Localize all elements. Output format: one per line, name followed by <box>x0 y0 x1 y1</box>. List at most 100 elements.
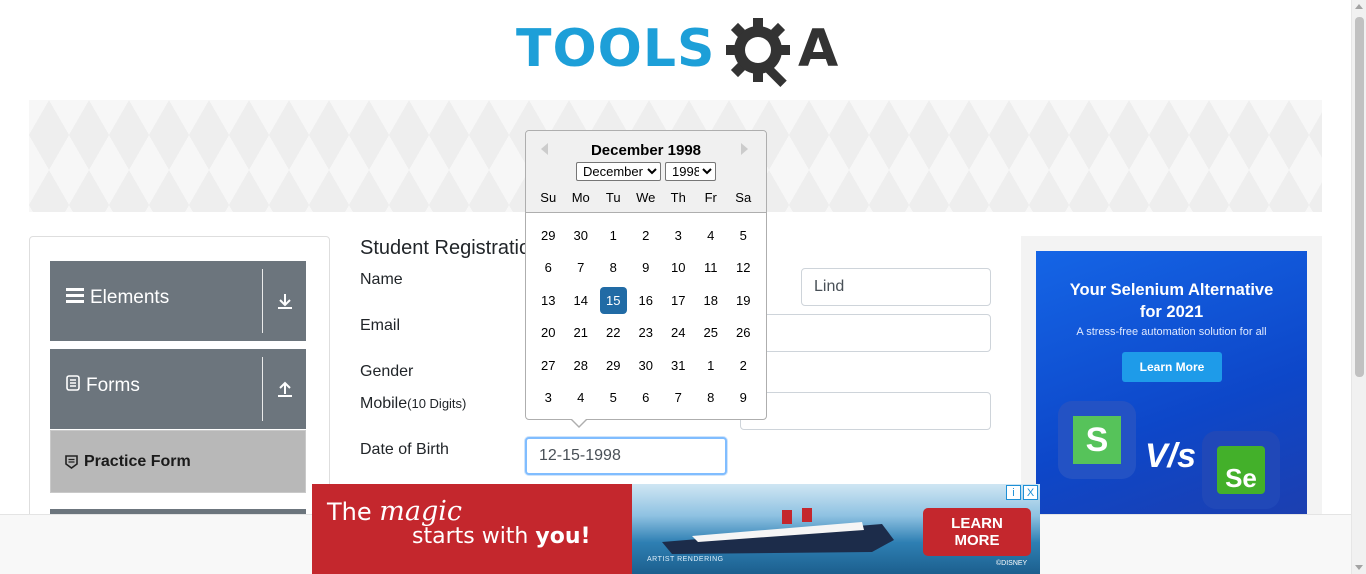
ad-learn-more-button[interactable]: Learn More <box>1122 352 1222 382</box>
expand-icon[interactable] <box>276 261 294 341</box>
datepicker-day[interactable]: 2 <box>727 352 760 379</box>
ad-headline-line: Your Selenium Alternative <box>1069 281 1274 299</box>
ad-button-line: LEARN <box>951 515 1003 532</box>
ad-learn-more-button[interactable]: LEARN MORE <box>923 508 1031 556</box>
form-icon <box>65 454 78 469</box>
datepicker-day[interactable]: 20 <box>532 319 565 346</box>
datepicker-day[interactable]: 7 <box>565 254 598 281</box>
datepicker-day[interactable]: 16 <box>630 287 663 314</box>
ad-tile-letter: S <box>1073 416 1121 464</box>
datepicker-popup: December 1998 December 1998 Su Mo Tu We … <box>525 130 767 428</box>
datepicker-day[interactable]: 26 <box>727 319 760 346</box>
sidebar-item-practice-form[interactable]: Practice Form <box>50 430 306 493</box>
datepicker-day[interactable]: 30 <box>630 352 663 379</box>
page-scrollbar[interactable] <box>1351 0 1366 574</box>
datepicker-day[interactable]: 6 <box>630 384 663 411</box>
ad-brand: ©DISNEY <box>996 560 1028 567</box>
sidebar-item-label: Practice Form <box>84 452 191 470</box>
datepicker-day[interactable]: 4 <box>565 384 598 411</box>
datepicker-day[interactable]: 18 <box>695 287 728 314</box>
adchoices-info-icon[interactable]: i <box>1006 485 1021 500</box>
datepicker-day[interactable]: 6 <box>532 254 565 281</box>
toolsqa-logo[interactable]: TOOLS A <box>516 14 840 92</box>
datepicker-day[interactable]: 12 <box>727 254 760 281</box>
datepicker-day[interactable]: 11 <box>695 254 728 281</box>
datepicker-week: 3456789 <box>532 384 760 416</box>
advertisement-selenium-alternative[interactable]: Your Selenium Alternative for 2021 A str… <box>1036 251 1307 514</box>
mobile-label: Mobile(10 Digits) <box>360 395 466 413</box>
sidebar-group-label: Forms <box>86 375 140 396</box>
datepicker-day[interactable]: 7 <box>662 384 695 411</box>
datepicker-day[interactable]: 10 <box>662 254 695 281</box>
datepicker-day[interactable]: 3 <box>662 222 695 249</box>
datepicker-day[interactable]: 21 <box>565 319 598 346</box>
month-select[interactable]: December <box>576 162 661 181</box>
ad-tile-letter: Se <box>1217 446 1265 494</box>
datepicker-day[interactable]: 14 <box>565 287 598 314</box>
ad-tagline-part: The <box>327 498 380 526</box>
datepicker-day[interactable]: 29 <box>597 352 630 379</box>
next-month-icon[interactable] <box>741 143 748 155</box>
datepicker-day[interactable]: 27 <box>532 352 565 379</box>
datepicker-pointer <box>571 419 587 428</box>
datepicker-day[interactable]: 24 <box>662 319 695 346</box>
logo-text: TOOLS <box>516 19 716 79</box>
hamburger-icon <box>66 287 84 309</box>
email-input[interactable] <box>740 314 991 352</box>
datepicker-day[interactable]: 31 <box>662 352 695 379</box>
collapse-icon[interactable] <box>276 349 294 429</box>
datepicker-day[interactable]: 9 <box>727 384 760 411</box>
datepicker-day[interactable]: 5 <box>727 222 760 249</box>
datepicker-day[interactable]: 25 <box>695 319 728 346</box>
weekday-name: Su <box>540 190 557 205</box>
datepicker-day[interactable]: 8 <box>695 384 728 411</box>
datepicker-day[interactable]: 30 <box>565 222 598 249</box>
logo-text-a: A <box>798 19 839 79</box>
date-of-birth-input[interactable] <box>525 437 727 475</box>
datepicker-day[interactable]: 29 <box>532 222 565 249</box>
datepicker-day[interactable]: 4 <box>695 222 728 249</box>
scroll-down-icon[interactable] <box>1355 565 1363 570</box>
ad-subtitle: A stress-free automation solution for al… <box>1076 326 1267 338</box>
datepicker-day[interactable]: 2 <box>630 222 663 249</box>
ad-close-icon[interactable]: X <box>1023 485 1038 500</box>
mobile-input[interactable] <box>740 392 991 430</box>
datepicker-day[interactable]: 8 <box>597 254 630 281</box>
last-name-input[interactable] <box>801 268 991 306</box>
sidebar-group-label: Elements <box>90 287 170 308</box>
datepicker-week: 13 14 15 16 17 18 19 <box>532 286 760 319</box>
ad-tagline-part: starts with <box>412 524 536 549</box>
datepicker-day[interactable]: 28 <box>565 352 598 379</box>
mobile-label-text: Mobile <box>360 395 408 412</box>
datepicker-day[interactable]: 13 <box>532 287 565 314</box>
divider <box>262 269 263 333</box>
weekday-name: Th <box>670 190 686 205</box>
ad-versus-text: V/s <box>1145 437 1197 475</box>
sidebar-group-forms[interactable]: Forms <box>50 349 306 429</box>
datepicker-day-selected[interactable]: 15 <box>599 286 627 314</box>
datepicker-day[interactable]: 19 <box>727 287 760 314</box>
adchoices: i X <box>1006 485 1038 500</box>
divider <box>262 357 263 421</box>
datepicker-current-month: December 1998 <box>590 142 702 159</box>
ad-headline-line: for 2021 <box>1139 303 1204 321</box>
datepicker-week: 6 7 8 9 10 11 12 <box>532 254 760 286</box>
datepicker-day[interactable]: 5 <box>597 384 630 411</box>
document-icon <box>66 375 80 397</box>
advertisement-disney-cruise[interactable]: The magic starts with you! LEARN MORE AR… <box>312 484 1040 574</box>
datepicker-header: December 1998 December 1998 Su Mo Tu We … <box>526 131 766 213</box>
mobile-hint: (10 Digits) <box>407 396 467 411</box>
datepicker-day[interactable]: 1 <box>695 352 728 379</box>
scroll-up-icon[interactable] <box>1355 4 1363 9</box>
datepicker-day[interactable]: 23 <box>630 319 663 346</box>
datepicker-day[interactable]: 9 <box>630 254 663 281</box>
datepicker-day[interactable]: 22 <box>597 319 630 346</box>
scrollbar-thumb[interactable] <box>1355 17 1364 377</box>
datepicker-day[interactable]: 17 <box>662 287 695 314</box>
datepicker-day[interactable]: 1 <box>597 222 630 249</box>
selenium-logo-tile: Se <box>1202 431 1280 509</box>
datepicker-day[interactable]: 3 <box>532 384 565 411</box>
year-select[interactable]: 1998 <box>665 162 716 181</box>
ad-fineprint: ARTIST RENDERING <box>647 556 724 563</box>
sidebar-group-elements[interactable]: Elements <box>50 261 306 341</box>
